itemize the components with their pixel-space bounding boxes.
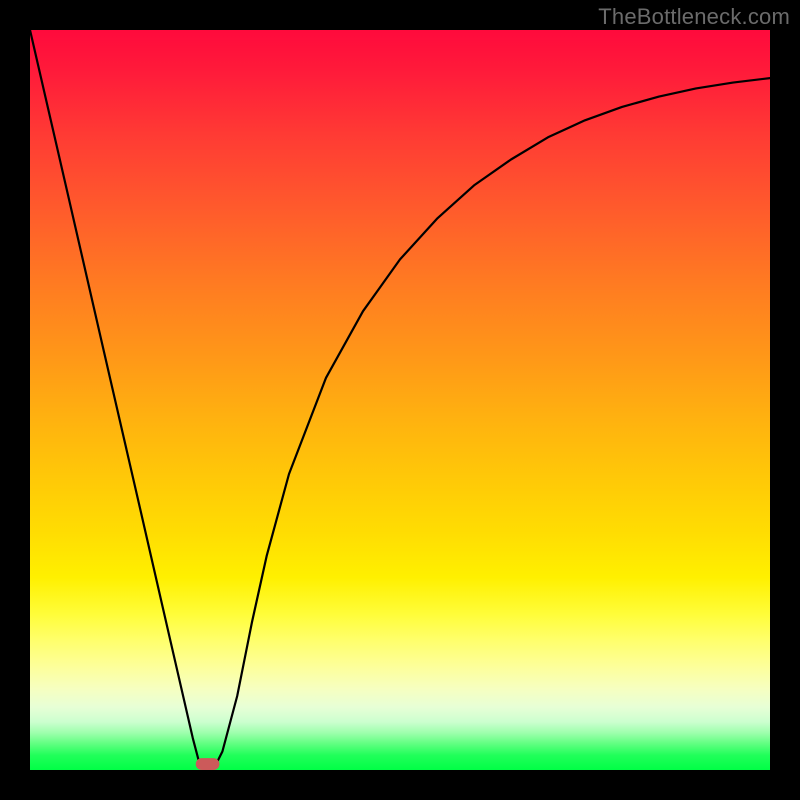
bottleneck-curve bbox=[30, 30, 770, 770]
watermark-text: TheBottleneck.com bbox=[598, 4, 790, 30]
chart-root: TheBottleneck.com bbox=[0, 0, 800, 800]
plot-area bbox=[30, 30, 770, 770]
curve-layer bbox=[30, 30, 770, 770]
vertex-marker bbox=[196, 758, 220, 770]
